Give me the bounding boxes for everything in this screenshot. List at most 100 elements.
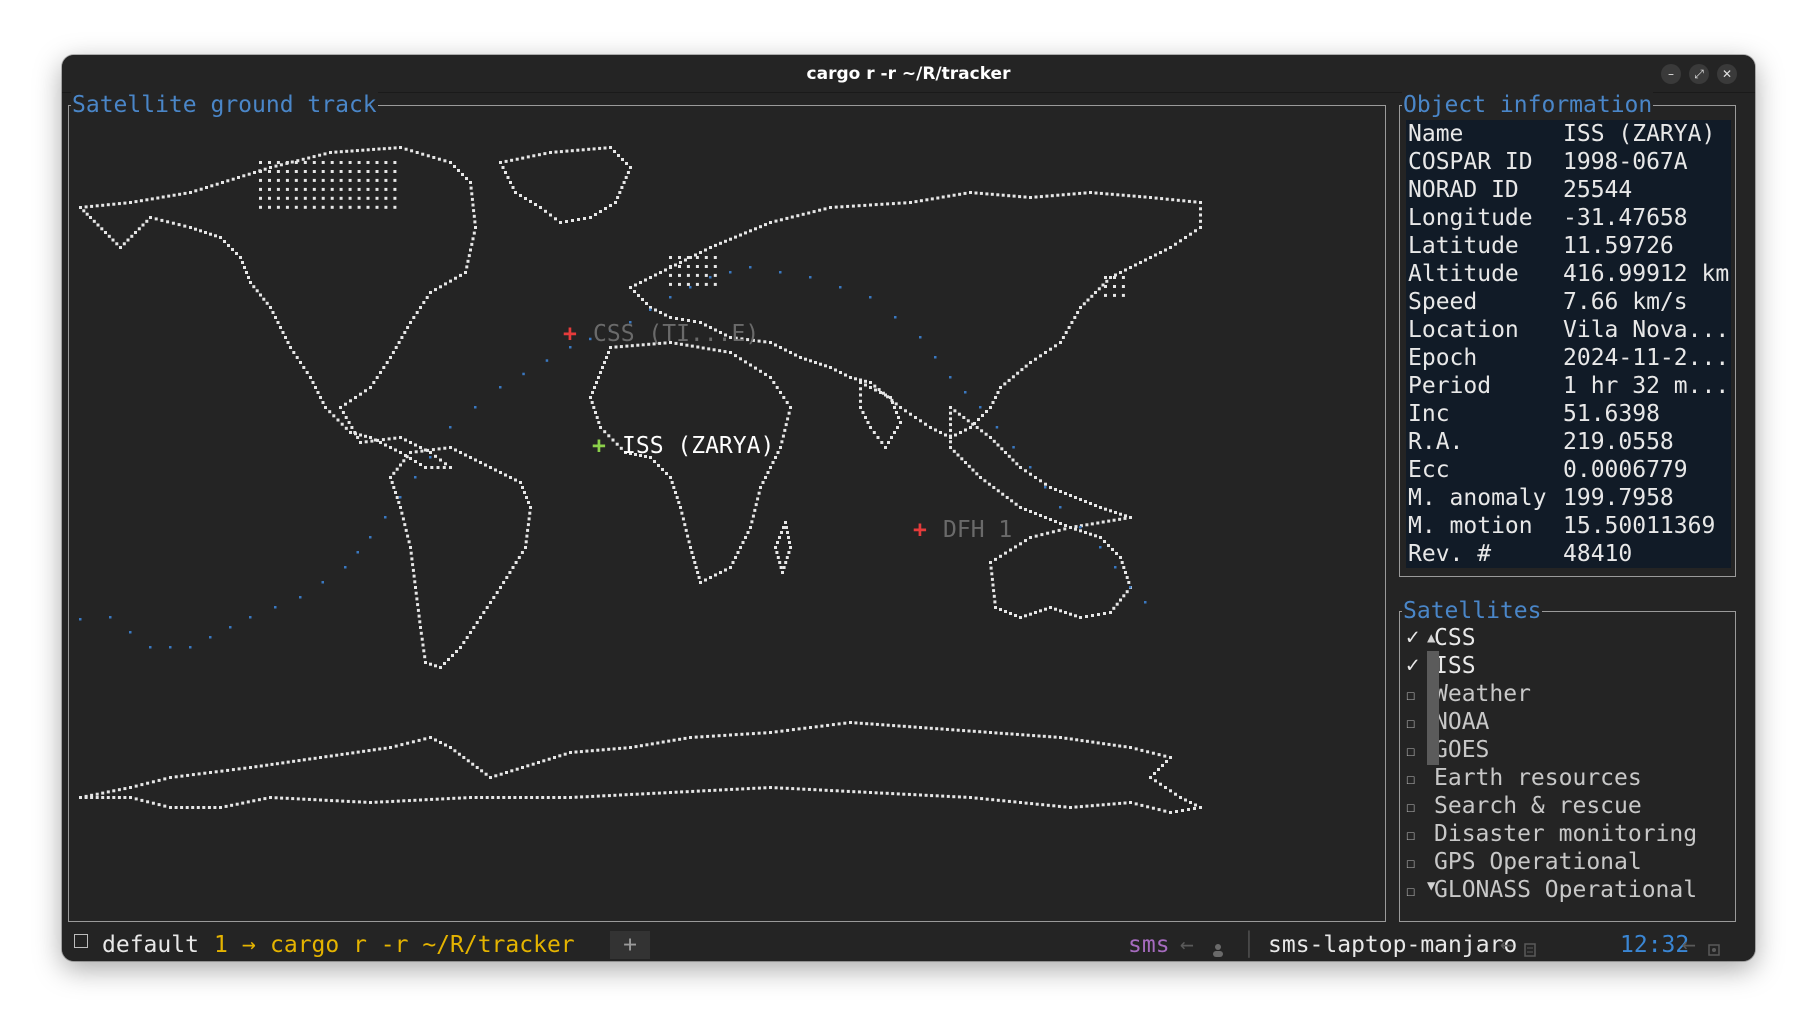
info-key: Inc <box>1408 401 1450 427</box>
satellite-group-label: Weather <box>1434 681 1531 707</box>
info-value: 2024-11-2... <box>1563 345 1730 371</box>
info-key: Epoch <box>1408 345 1478 371</box>
info-key: Altitude <box>1408 261 1519 287</box>
iss-marker-icon: + <box>592 433 606 459</box>
dfh-marker-icon: + <box>913 517 927 543</box>
info-value: Vila Nova... <box>1563 317 1730 343</box>
info-value: 51.6398 <box>1563 401 1660 427</box>
info-row: Name ISS (ZARYA) <box>1406 120 1731 148</box>
info-row: Ecc 0.0006779 <box>1406 456 1731 484</box>
checkmark-icon[interactable]: ✓ <box>1406 652 1419 680</box>
status-host: sms-laptop-manjaro <box>1268 932 1518 958</box>
window-command[interactable]: cargo r -r ~/R/tracker <box>270 931 575 959</box>
satellite-group-label: Search & rescue <box>1434 793 1642 819</box>
info-row: Speed 7.66 km/s <box>1406 288 1731 316</box>
info-row: Inc 51.6398 <box>1406 400 1731 428</box>
info-value: 48410 <box>1563 541 1633 567</box>
satellites-scrollbar[interactable] <box>1427 651 1439 765</box>
scroll-down-icon[interactable]: ▼ <box>1427 878 1435 894</box>
info-value: 1 hr 32 m... <box>1563 373 1730 399</box>
info-key: Location <box>1408 317 1519 343</box>
ground-track-panel: Satellite ground track + CSS (TI...E) + … <box>68 92 1386 922</box>
satellite-group-item[interactable]: ✓ CSS <box>1406 624 1731 652</box>
info-row: Epoch 2024-11-2... <box>1406 344 1731 372</box>
scroll-up-icon[interactable]: ▲ <box>1427 630 1435 646</box>
checkbox-icon[interactable]: ☐ <box>1406 877 1415 905</box>
info-row: Period 1 hr 32 m... <box>1406 372 1731 400</box>
session-name[interactable]: default <box>102 931 199 959</box>
satellite-group-item[interactable]: ☐ Weather <box>1406 680 1731 708</box>
info-value: ISS (ZARYA) <box>1563 121 1716 147</box>
world-map <box>79 146 1202 814</box>
satellite-group-label: Earth resources <box>1434 765 1642 791</box>
new-tab-button[interactable]: + <box>610 931 650 959</box>
tmux-status-bar: default 1 → cargo r -r ~/R/tracker + sms… <box>62 928 1755 961</box>
window-title: cargo r -r ~/R/tracker <box>806 64 1011 84</box>
info-key: M. motion <box>1408 513 1533 539</box>
satellite-group-label: GLONASS Operational <box>1434 877 1698 903</box>
status-time: 12:32 <box>1620 932 1690 958</box>
satellites-title: Satellites <box>1402 598 1543 624</box>
satellite-group-item[interactable]: ☐ GPS Operational <box>1406 848 1731 876</box>
satellite-group-label: ISS <box>1434 653 1476 679</box>
object-info-panel: Object information Name ISS (ZARYA) COSPAR… <box>1399 92 1736 577</box>
css-marker-icon: + <box>563 321 577 347</box>
info-key: M. anomaly <box>1408 485 1547 511</box>
satellite-group-label: GOES <box>1434 737 1490 763</box>
info-key: Period <box>1408 373 1492 399</box>
checkbox-icon[interactable]: ☐ <box>1406 793 1415 821</box>
satellite-group-item[interactable]: ✓ ISS <box>1406 652 1731 680</box>
info-row: Latitude 11.59726 <box>1406 232 1731 260</box>
info-value: 25544 <box>1563 177 1633 203</box>
status-sep-2: ← <box>1500 932 1514 958</box>
status-sep-1: ← <box>1180 932 1194 958</box>
info-key: Rev. # <box>1408 541 1492 567</box>
info-value: 416.99912 km <box>1563 261 1730 287</box>
info-key: COSPAR ID <box>1408 149 1533 175</box>
info-value: 219.0558 <box>1563 429 1674 455</box>
info-row: NORAD ID 25544 <box>1406 176 1731 204</box>
minimize-icon[interactable]: – <box>1661 64 1681 84</box>
checkbox-icon[interactable]: ☐ <box>1406 849 1415 877</box>
css-map-label[interactable]: CSS (TI...E) <box>593 321 759 347</box>
info-value: 0.0006779 <box>1563 457 1688 483</box>
satellite-group-item[interactable]: ☐ Search & rescue <box>1406 792 1731 820</box>
satellite-group-label: Disaster monitoring <box>1434 821 1698 847</box>
status-sep-3: ← <box>1682 932 1696 958</box>
info-row: M. anomaly 199.7958 <box>1406 484 1731 512</box>
close-icon[interactable]: ✕ <box>1717 64 1737 84</box>
user-icon <box>1212 936 1224 957</box>
status-user: sms <box>1128 932 1170 958</box>
checkbox-icon[interactable]: ☐ <box>1406 737 1415 765</box>
checkbox-icon[interactable]: ☐ <box>1406 709 1415 737</box>
info-row: Longitude -31.47658 <box>1406 204 1731 232</box>
info-key: Ecc <box>1408 457 1450 483</box>
object-info-title: Object information <box>1402 92 1654 118</box>
window-index[interactable]: 1 <box>214 931 228 959</box>
satellite-group-item[interactable]: ☐ GOES <box>1406 736 1731 764</box>
terminal-window: cargo r -r ~/R/tracker – ⤢ ✕ Satellite g… <box>62 55 1755 961</box>
satellite-group-item[interactable]: ☐ GLONASS Operational <box>1406 876 1731 904</box>
satellite-group-item[interactable]: ☐ Earth resources <box>1406 764 1731 792</box>
iss-map-label[interactable]: ISS (ZARYA) <box>622 433 774 459</box>
info-value: 199.7958 <box>1563 485 1674 511</box>
checkmark-icon[interactable]: ✓ <box>1406 624 1419 652</box>
maximize-icon[interactable]: ⤢ <box>1689 64 1709 84</box>
satellite-group-item[interactable]: ☐ Disaster monitoring <box>1406 820 1731 848</box>
info-row: Location Vila Nova... <box>1406 316 1731 344</box>
checkbox-icon[interactable]: ☐ <box>1406 681 1415 709</box>
object-info-table: Name ISS (ZARYA) COSPAR ID 1998-067A NORAD I… <box>1406 120 1731 568</box>
info-key: Speed <box>1408 289 1478 315</box>
info-key: NORAD ID <box>1408 177 1519 203</box>
satellite-group-label: GPS Operational <box>1434 849 1642 875</box>
info-key: R.A. <box>1408 429 1464 455</box>
info-value: 1998-067A <box>1563 149 1688 175</box>
info-row: R.A. 219.0558 <box>1406 428 1731 456</box>
dfh-map-label[interactable]: DFH 1 <box>943 517 1012 543</box>
info-row: M. motion 15.50011369 <box>1406 512 1731 540</box>
checkbox-icon[interactable]: ☐ <box>1406 821 1415 849</box>
checkbox-icon[interactable]: ☐ <box>1406 765 1415 793</box>
satellite-group-item[interactable]: ☐ NOAA <box>1406 708 1731 736</box>
session-icon <box>74 934 88 948</box>
clock-icon <box>1708 936 1720 956</box>
